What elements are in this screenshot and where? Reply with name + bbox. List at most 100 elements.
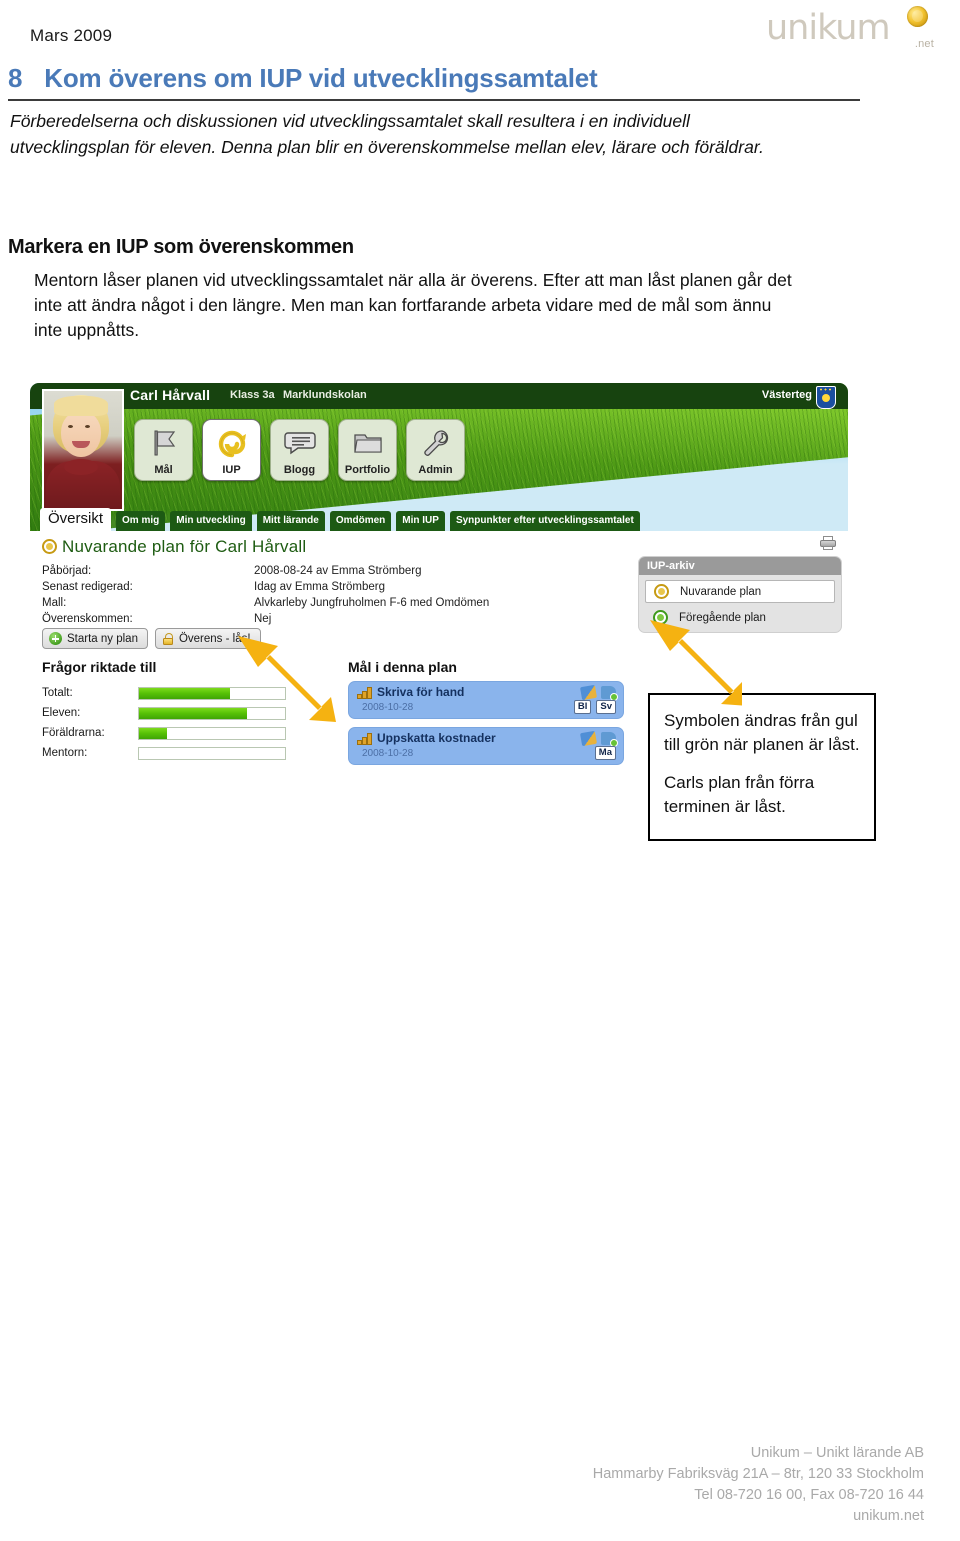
meta-value: 2008-08-24 av Emma Strömberg [254,565,422,577]
subject-badge: Ma [594,746,616,760]
archive-item-current-plan[interactable]: Nuvarande plan [645,580,835,603]
progress-track [138,706,286,720]
student-class: Klass 3a [230,389,275,401]
nav-button-iup[interactable]: IUP [202,419,261,481]
button-label: Starta ny plan [67,632,138,645]
tag-icon[interactable] [601,732,618,747]
agree-lock-button[interactable]: Överens - lås! [154,628,261,649]
folder-icon [339,426,396,460]
meta-label: Senast redigerad: [42,581,133,593]
questions-section-header: Frågor riktade till [42,659,157,675]
plan-meta-table: Påbörjad: 2008-08-24 av Emma Strömberg S… [42,563,489,627]
progress-fill [139,727,167,739]
goal-subjects: Bl Sv [573,700,616,714]
progress-row: Mentorn: [42,743,286,763]
goal-title: Uppskatta kostnader [377,731,496,745]
progress-row: Totalt: [42,683,286,703]
meta-row: Påbörjad: 2008-08-24 av Emma Strömberg [42,563,489,579]
archive-item-label: Nuvarande plan [680,585,762,598]
tab-min-utveckling[interactable]: Min utveckling [170,511,252,531]
nav-label: IUP [222,464,241,476]
avatar-eye-right [85,425,90,428]
stairs-icon [357,687,372,699]
avatar-face [61,411,101,457]
progress-track [138,746,286,760]
goal-subjects: Ma [594,746,616,760]
progress-label: Totalt: [42,687,73,699]
goal-date: 2008-10-28 [362,702,414,713]
nav-button-blogg[interactable]: Blogg [270,419,329,481]
progress-fill [139,687,230,699]
footer-phone: Tel 08-720 16 00, Fax 08-720 16 44 [694,1487,924,1503]
plan-status-icon [654,584,669,599]
progress-row: Eleven: [42,703,286,723]
meta-row: Mall: Alvkarleby Jungfruholmen F-6 med O… [42,595,489,611]
edit-pencil-icon[interactable] [579,730,598,747]
meta-label: Påbörjad: [42,565,92,577]
footer-website: unikum.net [853,1508,924,1524]
nav-button-portfolio[interactable]: Portfolio [338,419,397,481]
goal-item[interactable]: Uppskatta kostnader 2008-10-28 Ma [348,727,624,765]
document-date: Mars 2009 [30,26,113,45]
progress-track [138,726,286,740]
plan-title-text: Nuvarande plan för Carl Hårvall [62,537,307,556]
section-number: 8 [8,63,23,93]
logo-wordmark: unikum [766,8,891,48]
app-banner: Carl Hårvall Klass 3a Marklundskolan Väs… [30,383,848,531]
goal-item[interactable]: Skriva för hand 2008-10-28 Bl Sv [348,681,624,719]
app-tab-bar: Översikt Om mig Min utveckling Mitt lära… [40,508,640,531]
callout-paragraph-1: Symbolen ändras från gul till grön när p… [664,711,860,754]
nav-button-mal[interactable]: Mål [134,419,193,481]
meta-label: Mall: [42,597,67,609]
tab-oversikt[interactable]: Översikt [40,508,112,531]
plan-status-icon-locked [653,610,668,625]
nav-label: Portfolio [344,464,391,476]
tab-omdomen[interactable]: Omdömen [329,511,392,531]
nav-button-admin[interactable]: Admin [406,419,465,481]
intro-paragraph: Förberedelserna och diskussionen vid utv… [10,111,764,157]
logo-tld: .net [914,38,934,50]
progress-label: Föräldrarna: [42,727,105,739]
subsection-heading: Markera en IUP som överenskommen [8,236,354,258]
heading-divider [8,99,860,101]
municipality-crest-icon [816,386,836,409]
section-heading: 8 Kom överens om IUP vid utvecklingssamta… [8,63,598,94]
goal-title: Skriva för hand [377,685,465,699]
goals-list: Skriva för hand 2008-10-28 Bl Sv Uppskat… [348,681,624,773]
edit-pencil-icon[interactable] [579,684,598,701]
student-school: Marklundskolan [283,389,367,401]
spiral-icon [203,426,260,460]
archive-item-previous-plan[interactable]: Föregående plan [645,607,835,628]
stairs-icon [357,733,372,745]
subject-badge: Sv [596,700,616,714]
plus-circle-icon [49,632,62,645]
flag-icon [135,426,192,460]
iup-archive-panel: IUP-arkiv Nuvarande plan Föregående plan [638,556,842,633]
callout-paragraph-2: Carls plan från förra terminen är låst. [664,773,815,816]
avatar-collar [64,459,98,475]
footer-address: Hammarby Fabriksväg 21A – 8tr, 120 33 St… [592,1466,924,1482]
meta-row: Överenskommen: Nej [42,611,489,627]
button-label: Överens - lås! [178,632,251,645]
lock-icon [162,632,174,645]
tab-mitt-larande[interactable]: Mitt lärande [256,511,325,531]
tab-om-mig[interactable]: Om mig [116,511,166,531]
tab-synpunkter[interactable]: Synpunkter efter utvecklingssamtalet [449,511,640,531]
logo-coin-icon [907,6,928,27]
tab-min-iup[interactable]: Min IUP [396,511,445,531]
nav-label: Blogg [283,464,316,476]
wrench-icon [407,426,464,460]
tag-icon[interactable] [601,686,618,701]
meta-label: Överenskommen: [42,613,133,625]
progress-label: Mentorn: [42,747,88,759]
meta-value: Nej [254,613,272,625]
meta-row: Senast redigerad: Idag av Emma Strömberg [42,579,489,595]
archive-header: IUP-arkiv [639,557,841,575]
archive-item-label: Föregående plan [679,611,766,624]
progress-fill [139,707,248,719]
avatar-eye-left [68,425,73,428]
printer-icon[interactable] [820,536,836,550]
start-new-plan-button[interactable]: Starta ny plan [42,628,148,649]
current-plan-title: Nuvarande plan för Carl Hårvall [42,537,306,557]
annotation-callout: Symbolen ändras från gul till grön när p… [648,693,876,841]
